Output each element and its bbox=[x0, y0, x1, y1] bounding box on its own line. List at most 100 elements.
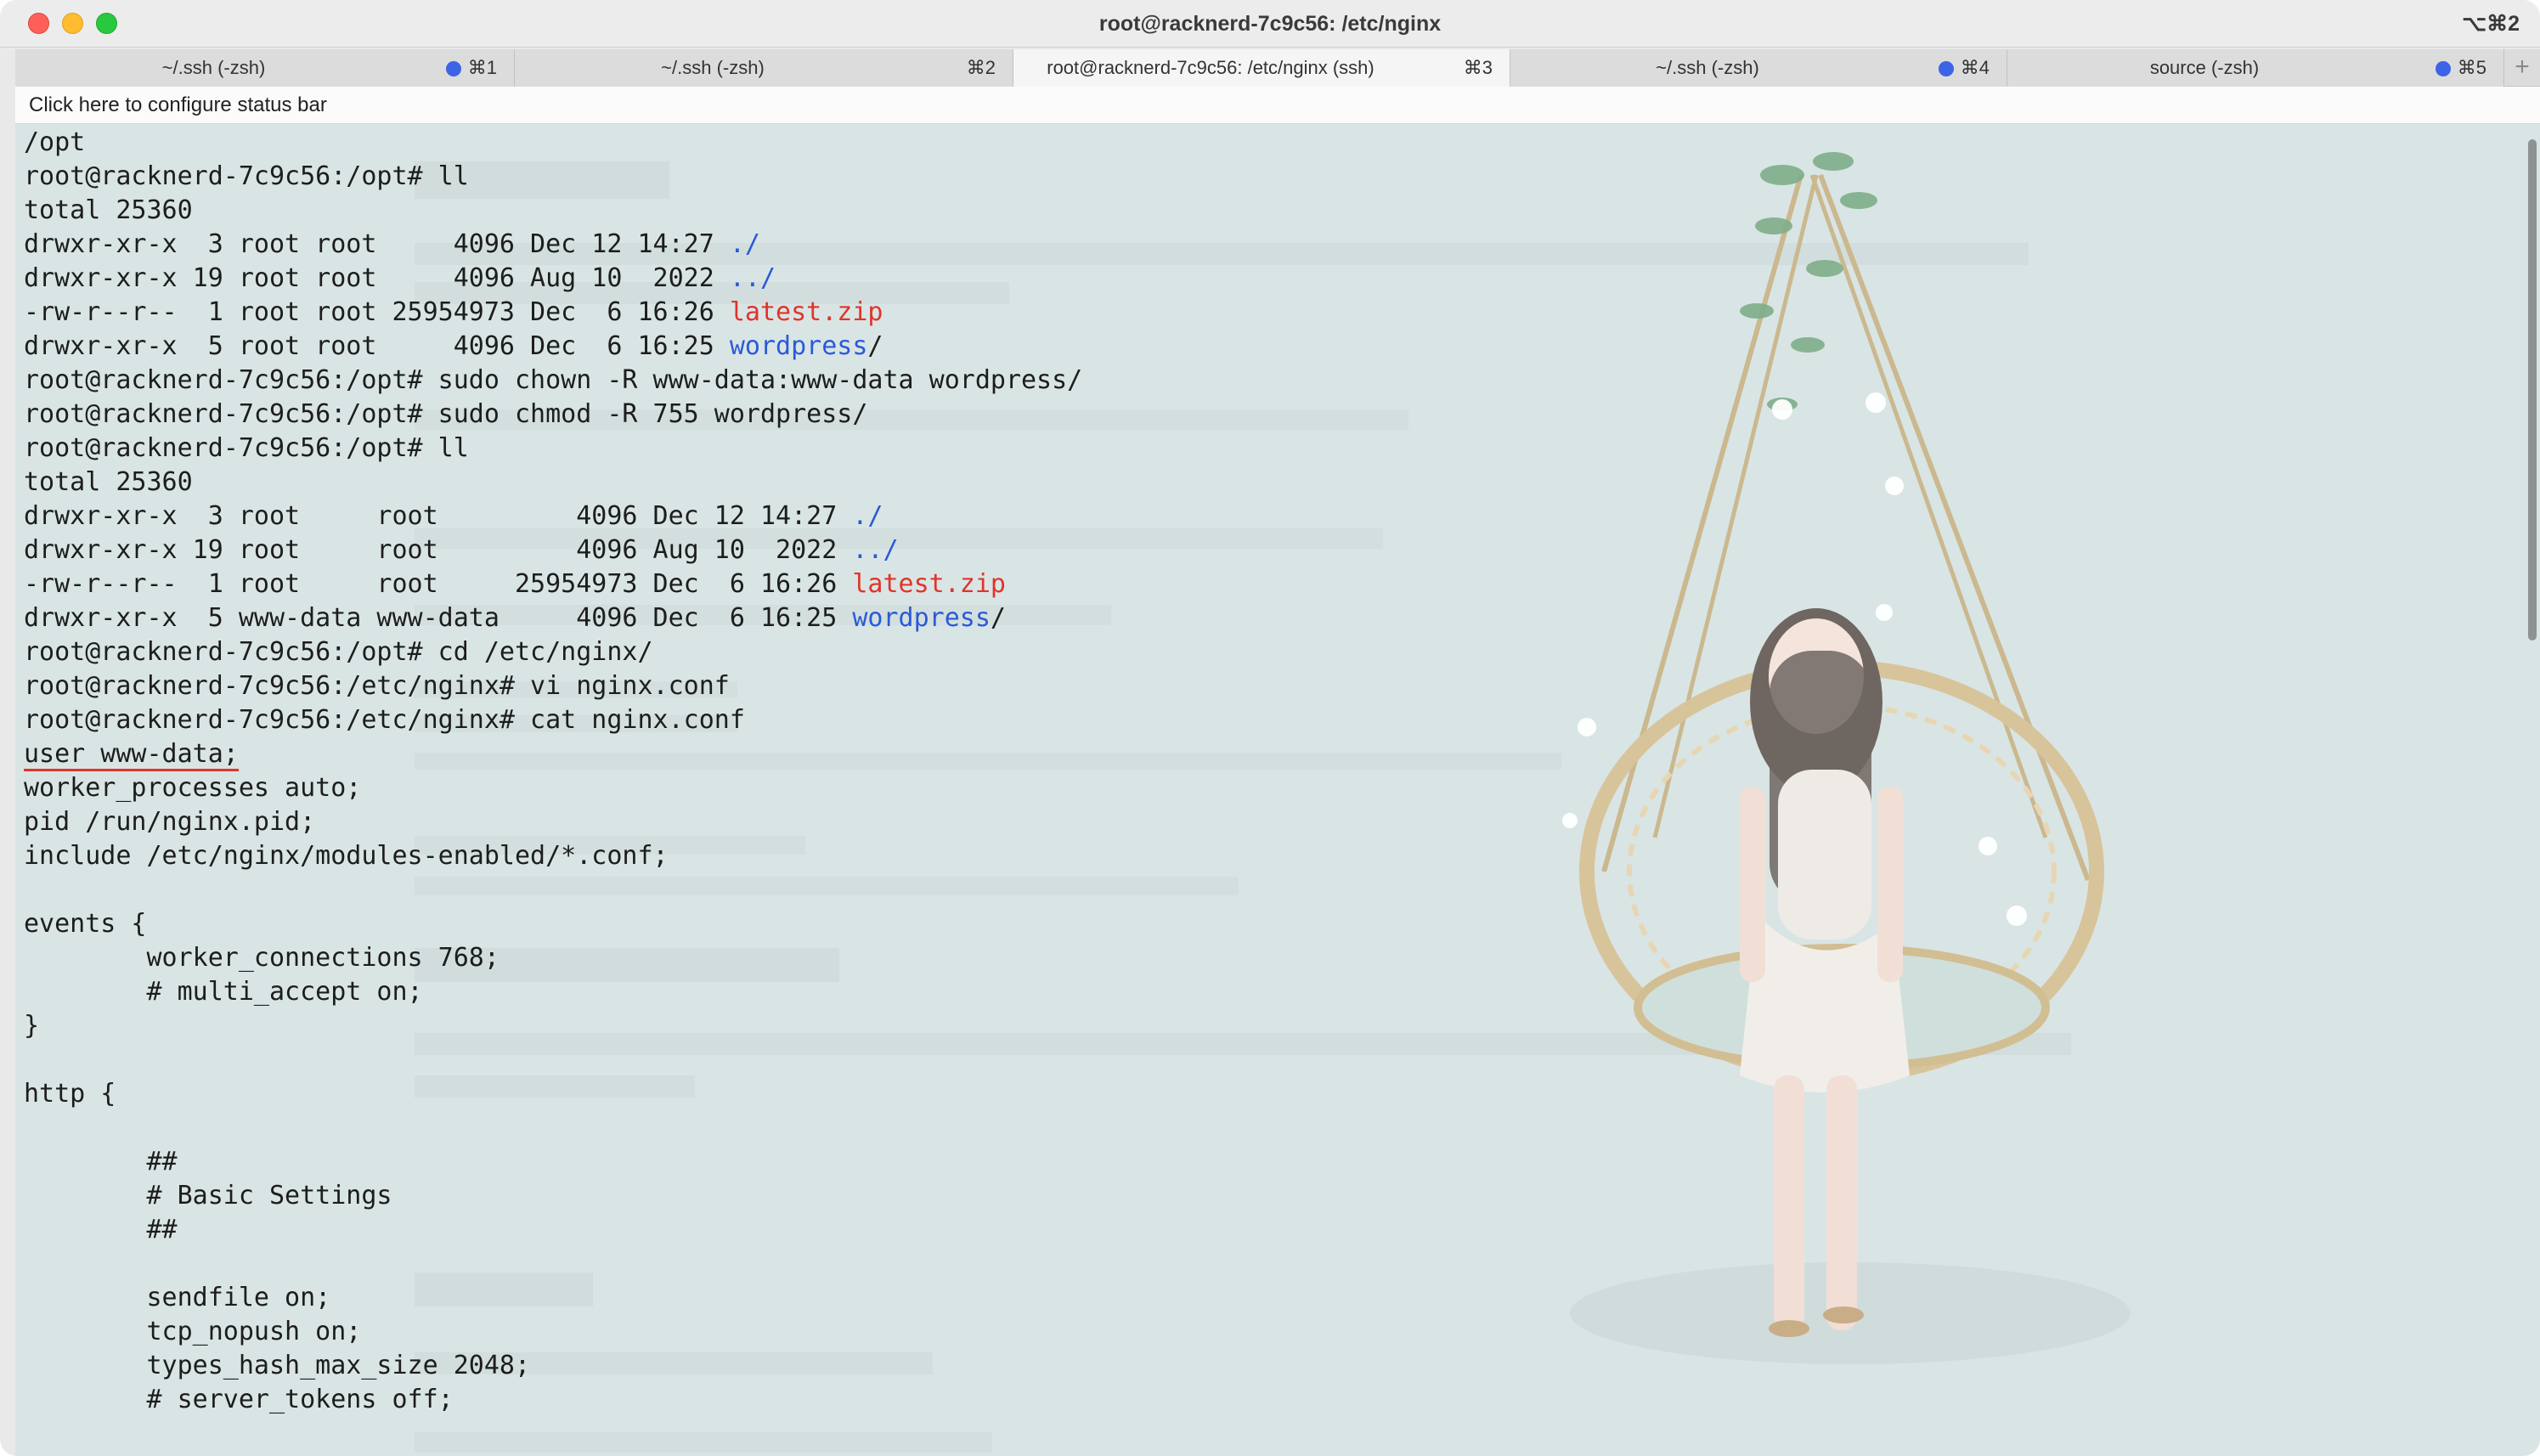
terminal-text-segment: drwxr-xr-x 3 root root 4096 Dec 12 14:27 bbox=[24, 229, 730, 259]
terminal-output[interactable]: /opt root@racknerd-7c9c56:/opt# ll total 2… bbox=[24, 126, 1893, 1417]
tab-label: root@racknerd-7c9c56: /etc/nginx (ssh) bbox=[1047, 57, 1374, 78]
terminal-text-segment: ./ bbox=[852, 501, 883, 531]
terminal-text-segment: /opt bbox=[24, 127, 86, 157]
terminal-text-segment: # server_tokens off; bbox=[24, 1385, 454, 1414]
activity-dot-icon bbox=[2436, 61, 2451, 76]
terminal-line: worker_processes auto; bbox=[24, 771, 1893, 805]
window-title: root@racknerd-7c9c56: /etc/nginx bbox=[1098, 12, 1442, 36]
terminal-line: root@racknerd-7c9c56:/etc/nginx# cat ngi… bbox=[24, 703, 1893, 737]
terminal-line: pid /run/nginx.pid; bbox=[24, 805, 1893, 839]
tab-shortcut: ⌘5 bbox=[2457, 57, 2486, 78]
tab-4[interactable]: ~/.ssh (-zsh) ⌘4 bbox=[1510, 49, 2007, 87]
tab-label: ~/.ssh (-zsh) bbox=[161, 57, 266, 78]
terminal-line: root@racknerd-7c9c56:/opt# cd /etc/nginx… bbox=[24, 635, 1893, 669]
terminal-text-segment: / bbox=[990, 603, 1006, 633]
activity-dot-icon bbox=[446, 61, 461, 76]
terminal-text-segment: http { bbox=[24, 1079, 116, 1109]
terminal-text-segment: drwxr-xr-x 19 root root 4096 Aug 10 2022 bbox=[24, 263, 730, 293]
status-bar[interactable]: Click here to configure status bar bbox=[15, 87, 2540, 124]
tab-label: ~/.ssh (-zsh) bbox=[1656, 57, 1759, 78]
terminal-line: # server_tokens off; bbox=[24, 1383, 1893, 1417]
terminal-line: /opt bbox=[24, 126, 1893, 160]
terminal-line: drwxr-xr-x 5 root root 4096 Dec 6 16:25 … bbox=[24, 330, 1893, 364]
terminal-text-segment: root@racknerd-7c9c56:/opt# sudo chown -R… bbox=[24, 365, 1083, 395]
tab-shortcut: ⌘1 bbox=[467, 57, 497, 78]
tab-1[interactable]: ~/.ssh (-zsh) ⌘1 bbox=[15, 49, 515, 87]
terminal-line: ## bbox=[24, 1145, 1893, 1179]
activity-dot-icon bbox=[1939, 61, 1954, 76]
terminal-line: } bbox=[24, 1009, 1893, 1043]
terminal-text-segment: sendfile on; bbox=[24, 1283, 331, 1312]
tab-label: ~/.ssh (-zsh) bbox=[661, 57, 765, 78]
terminal-line: events { bbox=[24, 907, 1893, 941]
terminal-line: root@racknerd-7c9c56:/opt# sudo chmod -R… bbox=[24, 398, 1893, 432]
terminal-line: -rw-r--r-- 1 root root 25954973 Dec 6 16… bbox=[24, 296, 1893, 330]
terminal-line: drwxr-xr-x 19 root root 4096 Aug 10 2022… bbox=[24, 262, 1893, 296]
terminal-text-segment: root@racknerd-7c9c56:/opt# ll bbox=[24, 433, 469, 463]
terminal-line: include /etc/nginx/modules-enabled/*.con… bbox=[24, 839, 1893, 873]
terminal-window: root@racknerd-7c9c56: /etc/nginx ⌥⌘2 ~/.… bbox=[0, 0, 2540, 1456]
terminal-view[interactable]: /opt root@racknerd-7c9c56:/opt# ll total 2… bbox=[15, 124, 2540, 1456]
terminal-text-segment: wordpress bbox=[729, 331, 868, 361]
terminal-line: root@racknerd-7c9c56:/opt# sudo chown -R… bbox=[24, 364, 1893, 398]
terminal-text-segment: ../ bbox=[729, 263, 776, 293]
plus-icon[interactable]: + bbox=[2504, 49, 2540, 87]
terminal-line: worker_connections 768; bbox=[24, 941, 1893, 975]
terminal-line: ## bbox=[24, 1213, 1893, 1247]
terminal-line: http { bbox=[24, 1077, 1893, 1111]
terminal-text-segment: -rw-r--r-- 1 root root 25954973 Dec 6 16… bbox=[24, 569, 853, 599]
terminal-line: tcp_nopush on; bbox=[24, 1315, 1893, 1349]
terminal-text-segment: user www-data; bbox=[24, 739, 239, 771]
terminal-text-segment: # Basic Settings bbox=[24, 1181, 392, 1211]
terminal-line: drwxr-xr-x 3 root root 4096 Dec 12 14:27… bbox=[24, 228, 1893, 262]
terminal-line: root@racknerd-7c9c56:/opt# ll bbox=[24, 160, 1893, 194]
scrollbar-thumb[interactable] bbox=[2528, 139, 2537, 641]
terminal-text-segment: drwxr-xr-x 5 www-data www-data 4096 Dec … bbox=[24, 603, 853, 633]
terminal-text-segment: drwxr-xr-x 3 root root 4096 Dec 12 14:27 bbox=[24, 501, 853, 531]
status-bar-text: Click here to configure status bar bbox=[29, 93, 327, 116]
terminal-text-segment: types_hash_max_size 2048; bbox=[24, 1351, 531, 1380]
terminal-line: root@racknerd-7c9c56:/opt# ll bbox=[24, 432, 1893, 466]
tab-shortcut: ⌘2 bbox=[966, 57, 996, 78]
terminal-line: drwxr-xr-x 5 www-data www-data 4096 Dec … bbox=[24, 601, 1893, 635]
terminal-text-segment: root@racknerd-7c9c56:/opt# sudo chmod -R… bbox=[24, 399, 868, 429]
terminal-text-segment: latest.zip bbox=[852, 569, 1006, 599]
terminal-text-segment: root@racknerd-7c9c56:/opt# ll bbox=[24, 161, 469, 191]
terminal-text-segment: total 25360 bbox=[24, 195, 193, 225]
terminal-line: total 25360 bbox=[24, 194, 1893, 228]
tab-label: source (-zsh) bbox=[2149, 57, 2260, 78]
terminal-text-segment: drwxr-xr-x 5 root root 4096 Dec 6 16:25 bbox=[24, 331, 730, 361]
scrollbar[interactable] bbox=[2525, 124, 2540, 1456]
terminal-text-segment: wordpress bbox=[852, 603, 991, 633]
tab-3[interactable]: root@racknerd-7c9c56: /etc/nginx (ssh) ⌘… bbox=[1013, 49, 1510, 87]
tab-5[interactable]: source (-zsh) ⌘5 bbox=[2007, 49, 2504, 87]
terminal-text-segment: ../ bbox=[852, 535, 899, 565]
terminal-text-segment: root@racknerd-7c9c56:/opt# cd /etc/nginx… bbox=[24, 637, 653, 667]
terminal-text-segment: include /etc/nginx/modules-enabled/*.con… bbox=[24, 841, 669, 871]
terminal-line: root@racknerd-7c9c56:/etc/nginx# vi ngin… bbox=[24, 669, 1893, 703]
terminal-line: user www-data; bbox=[24, 737, 1893, 771]
title-bar: root@racknerd-7c9c56: /etc/nginx ⌥⌘2 bbox=[0, 0, 2540, 48]
terminal-line: drwxr-xr-x 3 root root 4096 Dec 12 14:27… bbox=[24, 499, 1893, 533]
terminal-text-segment: } bbox=[24, 1011, 40, 1041]
terminal-text-segment: ## bbox=[24, 1147, 178, 1177]
terminal-text-segment: worker_connections 768; bbox=[24, 943, 500, 973]
terminal-text-segment: events { bbox=[24, 909, 147, 939]
terminal-text-segment: ## bbox=[24, 1215, 178, 1244]
terminal-text-segment: # multi_accept on; bbox=[24, 977, 423, 1007]
terminal-line: -rw-r--r-- 1 root root 25954973 Dec 6 16… bbox=[24, 567, 1893, 601]
terminal-text-segment: pid /run/nginx.pid; bbox=[24, 807, 316, 837]
terminal-line: drwxr-xr-x 19 root root 4096 Aug 10 2022… bbox=[24, 533, 1893, 567]
tab-bar: ~/.ssh (-zsh) ⌘1 ~/.ssh (-zsh) ⌘2 root@r… bbox=[15, 49, 2540, 87]
terminal-text-segment: / bbox=[867, 331, 883, 361]
window-shortcut: ⌥⌘2 bbox=[2462, 12, 2520, 36]
tab-2[interactable]: ~/.ssh (-zsh) ⌘2 bbox=[515, 49, 1013, 87]
terminal-text-segment: ./ bbox=[729, 229, 760, 259]
terminal-line: sendfile on; bbox=[24, 1281, 1893, 1315]
terminal-line: # multi_accept on; bbox=[24, 975, 1893, 1009]
tab-shortcut: ⌘4 bbox=[1960, 57, 1990, 78]
